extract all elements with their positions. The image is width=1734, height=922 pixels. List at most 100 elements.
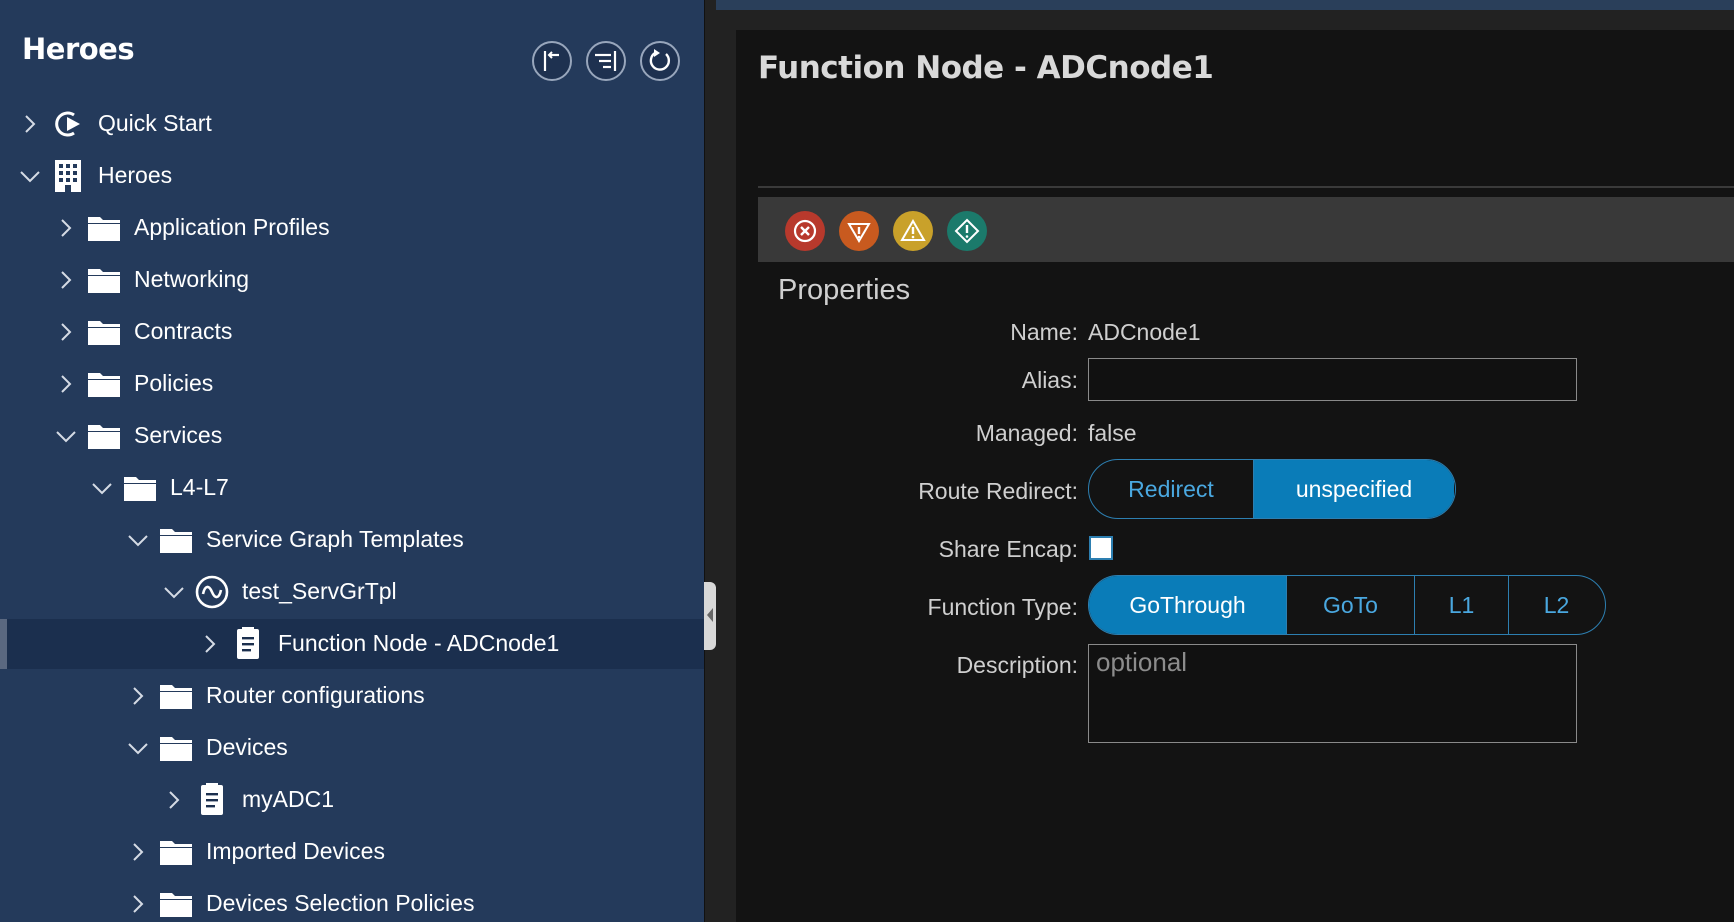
chevron-right-icon[interactable] xyxy=(56,268,76,292)
tree-item-label: myADC1 xyxy=(242,786,335,812)
refresh-icon xyxy=(649,49,671,71)
tree-item[interactable]: Policies xyxy=(0,359,704,409)
alias-input[interactable] xyxy=(1088,358,1577,401)
route-redirect-option-redirect[interactable]: Redirect xyxy=(1089,460,1253,518)
tree-item-label: L4-L7 xyxy=(170,474,229,500)
page-title: Function Node - ADCnode1 xyxy=(758,50,1214,86)
name-label: Name: xyxy=(1010,319,1078,345)
description-textarea[interactable] xyxy=(1088,644,1577,743)
folder-icon xyxy=(86,419,122,453)
chevron-down-icon[interactable] xyxy=(128,528,148,552)
function-type-option-l1[interactable]: L1 xyxy=(1414,576,1508,634)
tree-item[interactable]: Router configurations xyxy=(0,671,704,721)
navigation-tree-panel: Heroes Quick Start Heroes Application Prof… xyxy=(0,0,704,922)
divider xyxy=(758,186,1734,188)
expand-list-icon xyxy=(595,51,617,71)
tree-item[interactable]: myADC1 xyxy=(0,775,704,825)
tree-item[interactable]: Services xyxy=(0,411,704,461)
alias-label: Alias: xyxy=(1021,367,1078,393)
tree-item-label: Policies xyxy=(134,370,214,396)
folder-icon xyxy=(122,471,158,505)
route-redirect-toggle: Redirect unspecified xyxy=(1088,459,1456,519)
function-type-option-l2[interactable]: L2 xyxy=(1508,576,1604,634)
chevron-right-icon[interactable] xyxy=(200,632,220,656)
tree-item[interactable]: Devices Selection Policies xyxy=(0,879,704,922)
route-redirect-label: Route Redirect: xyxy=(918,478,1078,504)
description-label: Description: xyxy=(956,652,1078,678)
minor-fault-icon[interactable] xyxy=(893,211,933,251)
tree-item[interactable]: Application Profiles xyxy=(0,203,704,253)
quick-start-icon xyxy=(50,107,86,141)
function-type-option-goto[interactable]: GoTo xyxy=(1286,576,1414,634)
document-icon xyxy=(194,783,230,817)
tree-item-label: Devices Selection Policies xyxy=(206,890,475,916)
tree-item-label: Networking xyxy=(134,266,250,292)
top-strip xyxy=(716,0,1734,10)
function-type-option-gothrough[interactable]: GoThrough xyxy=(1089,576,1286,634)
folder-icon xyxy=(158,835,194,869)
chevron-down-icon[interactable] xyxy=(164,580,184,604)
tree-item[interactable]: Function Node - ADCnode1 xyxy=(0,619,704,669)
tree-item[interactable]: Devices xyxy=(0,723,704,773)
collapse-all-button[interactable] xyxy=(532,41,572,81)
tree-item-label: Imported Devices xyxy=(206,838,385,864)
tree-item[interactable]: L4-L7 xyxy=(0,463,704,513)
share-encap-label: Share Encap: xyxy=(938,536,1078,562)
chevron-down-icon[interactable] xyxy=(56,424,76,448)
tree-item[interactable]: Heroes xyxy=(0,151,704,201)
chevron-right-icon[interactable] xyxy=(128,840,148,864)
chevron-right-icon[interactable] xyxy=(56,216,76,240)
service-graph-icon xyxy=(194,575,230,609)
tenant-building-icon xyxy=(50,159,86,193)
tree-item[interactable]: Quick Start xyxy=(0,99,704,149)
chevron-down-icon[interactable] xyxy=(92,476,112,500)
tree-item-label: Application Profiles xyxy=(134,214,330,240)
folder-icon xyxy=(158,887,194,921)
tree-item[interactable]: Networking xyxy=(0,255,704,305)
document-icon xyxy=(230,627,266,661)
critical-fault-icon[interactable] xyxy=(785,211,825,251)
folder-icon xyxy=(158,523,194,557)
warning-fault-icon[interactable] xyxy=(947,211,987,251)
tree-item-label: Contracts xyxy=(134,318,233,344)
function-type-toggle: GoThrough GoTo L1 L2 xyxy=(1088,575,1606,635)
share-encap-checkbox[interactable] xyxy=(1089,536,1113,560)
tree-item-label: Function Node - ADCnode1 xyxy=(278,630,560,656)
chevron-right-icon[interactable] xyxy=(56,320,76,344)
tree-item-label: Quick Start xyxy=(98,110,212,136)
tree-item[interactable]: test_ServGrTpl xyxy=(0,567,704,617)
folder-icon xyxy=(86,315,122,349)
tree-item[interactable]: Contracts xyxy=(0,307,704,357)
collapse-panel-handle[interactable] xyxy=(704,582,716,650)
chevron-right-icon[interactable] xyxy=(164,788,184,812)
tree-item-label: Router configurations xyxy=(206,682,425,708)
collapse-all-icon xyxy=(543,51,559,71)
tree-item[interactable]: Imported Devices xyxy=(0,827,704,877)
chevron-right-icon[interactable] xyxy=(56,372,76,396)
expand-list-button[interactable] xyxy=(586,41,626,81)
tree-item-label: Heroes xyxy=(98,162,173,188)
tree-item[interactable]: Service Graph Templates xyxy=(0,515,704,565)
managed-value: false xyxy=(1088,420,1137,446)
folder-icon xyxy=(86,263,122,297)
folder-icon xyxy=(158,731,194,765)
chevron-right-icon[interactable] xyxy=(128,892,148,916)
tree-item-label: Service Graph Templates xyxy=(206,526,464,552)
tree-title: Heroes xyxy=(22,32,135,66)
managed-label: Managed: xyxy=(975,420,1078,446)
route-redirect-option-unspecified[interactable]: unspecified xyxy=(1253,460,1454,518)
chevron-right-icon[interactable] xyxy=(128,684,148,708)
folder-icon xyxy=(86,367,122,401)
chevron-down-icon[interactable] xyxy=(20,164,40,188)
function-type-label: Function Type: xyxy=(927,594,1078,620)
tree-item-label: test_ServGrTpl xyxy=(242,578,397,604)
refresh-button[interactable] xyxy=(640,41,680,81)
folder-icon xyxy=(158,679,194,713)
chevron-down-icon[interactable] xyxy=(128,736,148,760)
chevron-right-icon[interactable] xyxy=(20,112,40,136)
folder-icon xyxy=(86,211,122,245)
tree-item-label: Devices xyxy=(206,734,288,760)
properties-heading: Properties xyxy=(778,274,911,306)
major-fault-icon[interactable] xyxy=(839,211,879,251)
tree-item-label: Services xyxy=(134,422,223,448)
